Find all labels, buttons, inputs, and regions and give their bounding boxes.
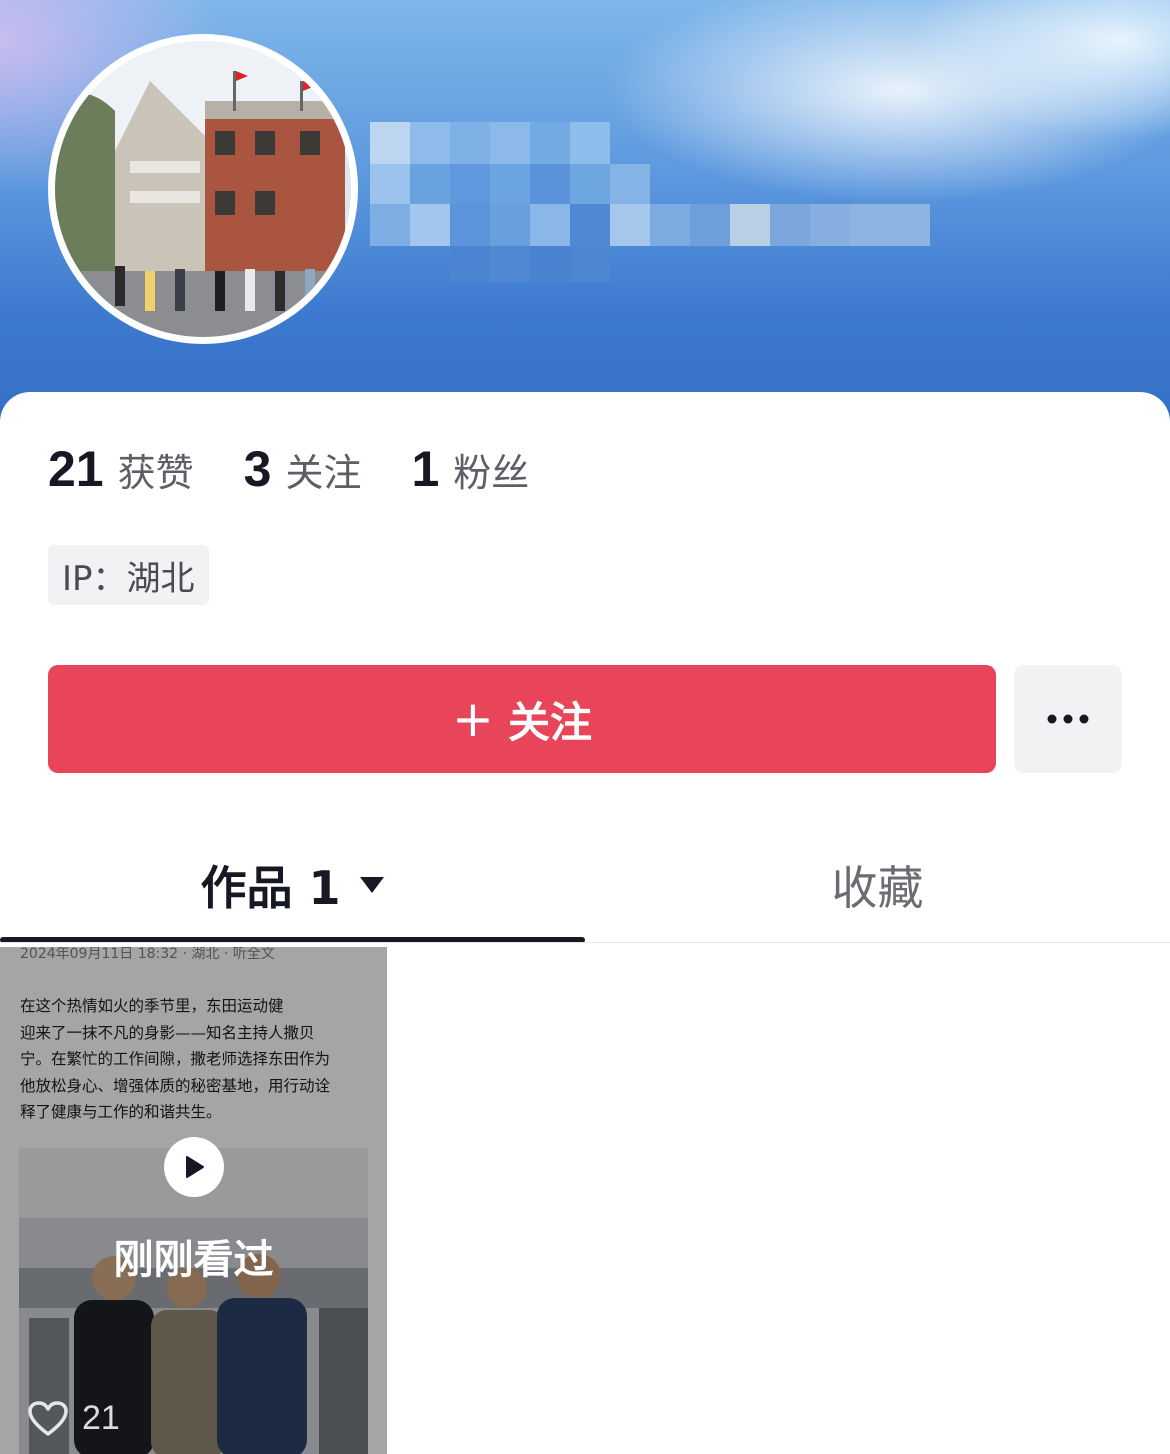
avatar-image bbox=[55, 41, 351, 337]
video-likes: 21 bbox=[28, 1399, 120, 1438]
profile-stats: 21 获赞 3 关注 1 粉丝 bbox=[48, 440, 579, 500]
stat-following-value: 3 bbox=[243, 441, 272, 497]
stat-following[interactable]: 3 关注 bbox=[244, 440, 362, 498]
stat-likes[interactable]: 21 获赞 bbox=[48, 440, 194, 498]
tab-works-label: 作品 1 bbox=[200, 861, 341, 915]
stat-likes-value: 21 bbox=[48, 441, 104, 497]
play-icon bbox=[186, 1156, 204, 1178]
stat-followers-label: 粉丝 bbox=[453, 451, 530, 495]
stat-following-label: 关注 bbox=[285, 451, 362, 495]
caret-down-icon[interactable] bbox=[359, 876, 385, 894]
video-likes-count: 21 bbox=[82, 1399, 120, 1437]
ip-location-badge: IP：湖北 bbox=[48, 545, 209, 605]
heart-icon bbox=[28, 1400, 68, 1436]
play-button[interactable] bbox=[164, 1137, 224, 1197]
tab-favorites-label: 收藏 bbox=[831, 861, 924, 915]
stat-likes-label: 获赞 bbox=[117, 451, 194, 495]
profile-banner bbox=[0, 0, 1170, 420]
more-options-button[interactable] bbox=[1014, 665, 1122, 773]
watched-overlay bbox=[0, 947, 387, 1454]
stat-followers[interactable]: 1 粉丝 bbox=[411, 440, 529, 498]
just-watched-label: 刚刚看过 bbox=[113, 1237, 274, 1283]
video-thumbnail[interactable]: 2024年09月11日 18:32 · 湖北 · 听全文 在这个热情如火的季节里… bbox=[0, 947, 387, 1454]
follow-button[interactable]: + 关注 bbox=[48, 665, 996, 773]
avatar[interactable] bbox=[48, 34, 358, 344]
tab-works[interactable]: 作品 1 bbox=[0, 840, 585, 930]
plus-icon: + bbox=[452, 690, 494, 748]
follow-button-label: 关注 bbox=[507, 697, 592, 747]
tab-favorites[interactable]: 收藏 bbox=[585, 840, 1170, 930]
tabs-divider bbox=[0, 942, 1170, 943]
more-horizontal-icon bbox=[1047, 714, 1089, 724]
stat-followers-value: 1 bbox=[411, 441, 440, 497]
